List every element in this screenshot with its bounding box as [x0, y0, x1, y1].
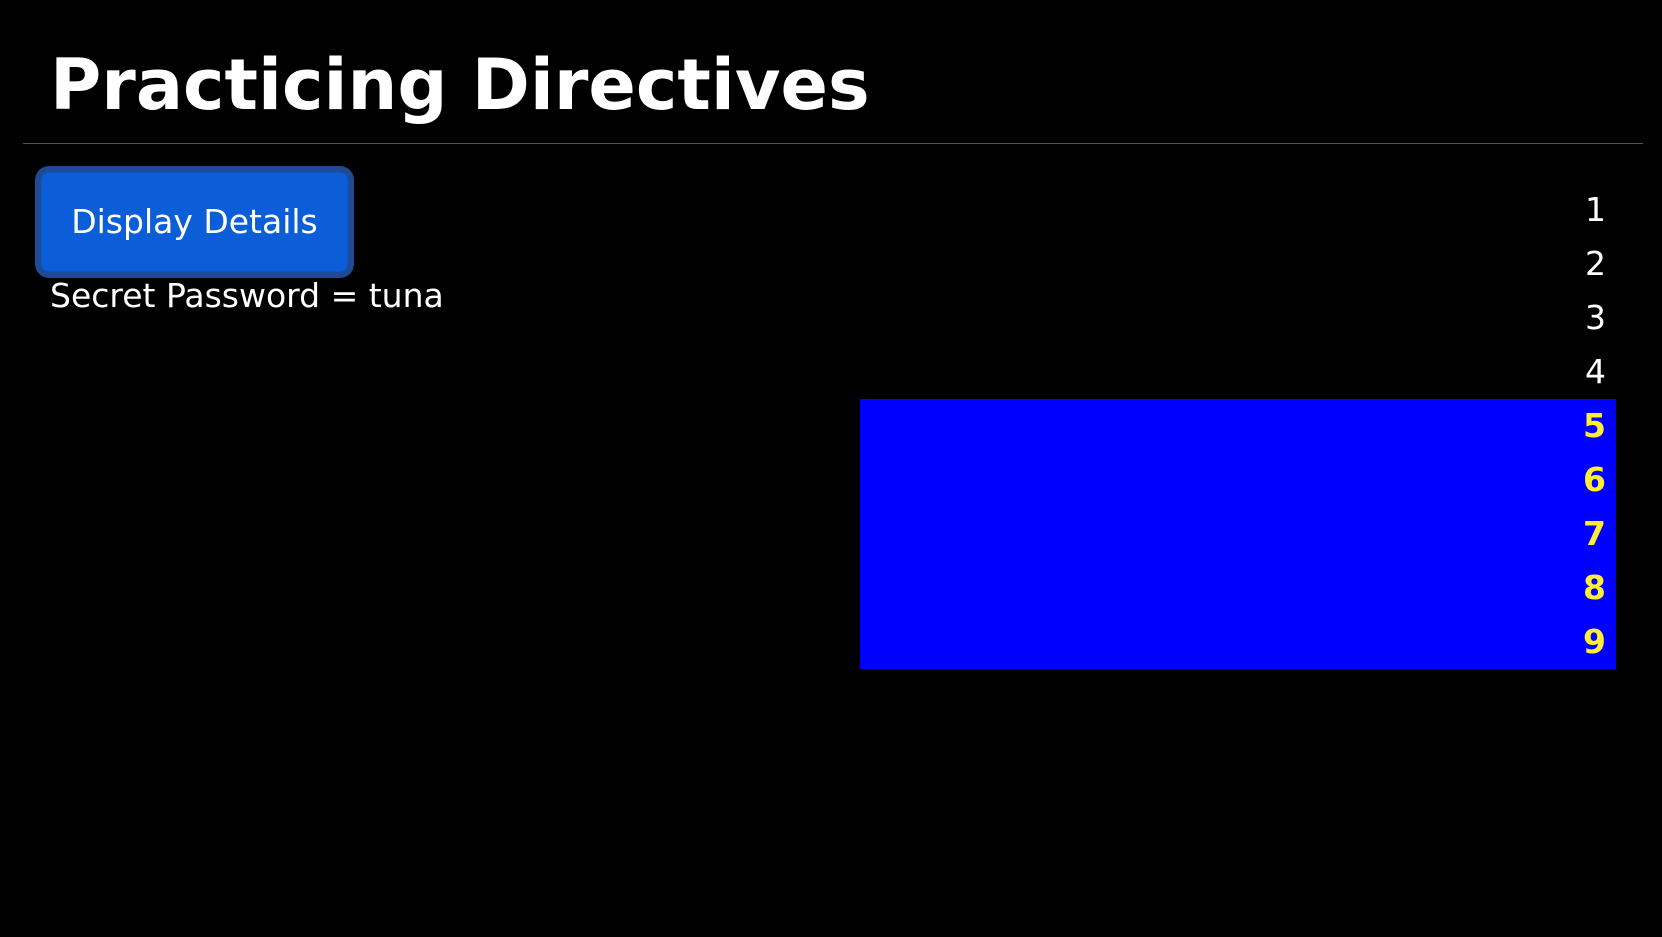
number-item-highlighted: 7: [860, 507, 1616, 561]
number-item: 2: [1585, 244, 1606, 283]
page: Practicing Directives Display Details Se…: [0, 0, 1662, 937]
number-list: 1 2 3 4 5 6 7 8 9: [860, 183, 1616, 669]
number-item-highlighted: 5: [860, 399, 1616, 453]
secret-password-text: Secret Password = tuna: [50, 276, 444, 315]
number-item: 4: [1585, 352, 1606, 391]
number-item-highlighted: 8: [860, 561, 1616, 615]
number-item: 1: [1585, 190, 1606, 229]
title-divider: [23, 143, 1643, 144]
number-item-highlighted: 9: [860, 615, 1616, 669]
number-item: 3: [1585, 298, 1606, 337]
number-item-highlighted: 6: [860, 453, 1616, 507]
display-details-button[interactable]: Display Details: [41, 172, 348, 272]
page-title: Practicing Directives: [50, 44, 870, 126]
